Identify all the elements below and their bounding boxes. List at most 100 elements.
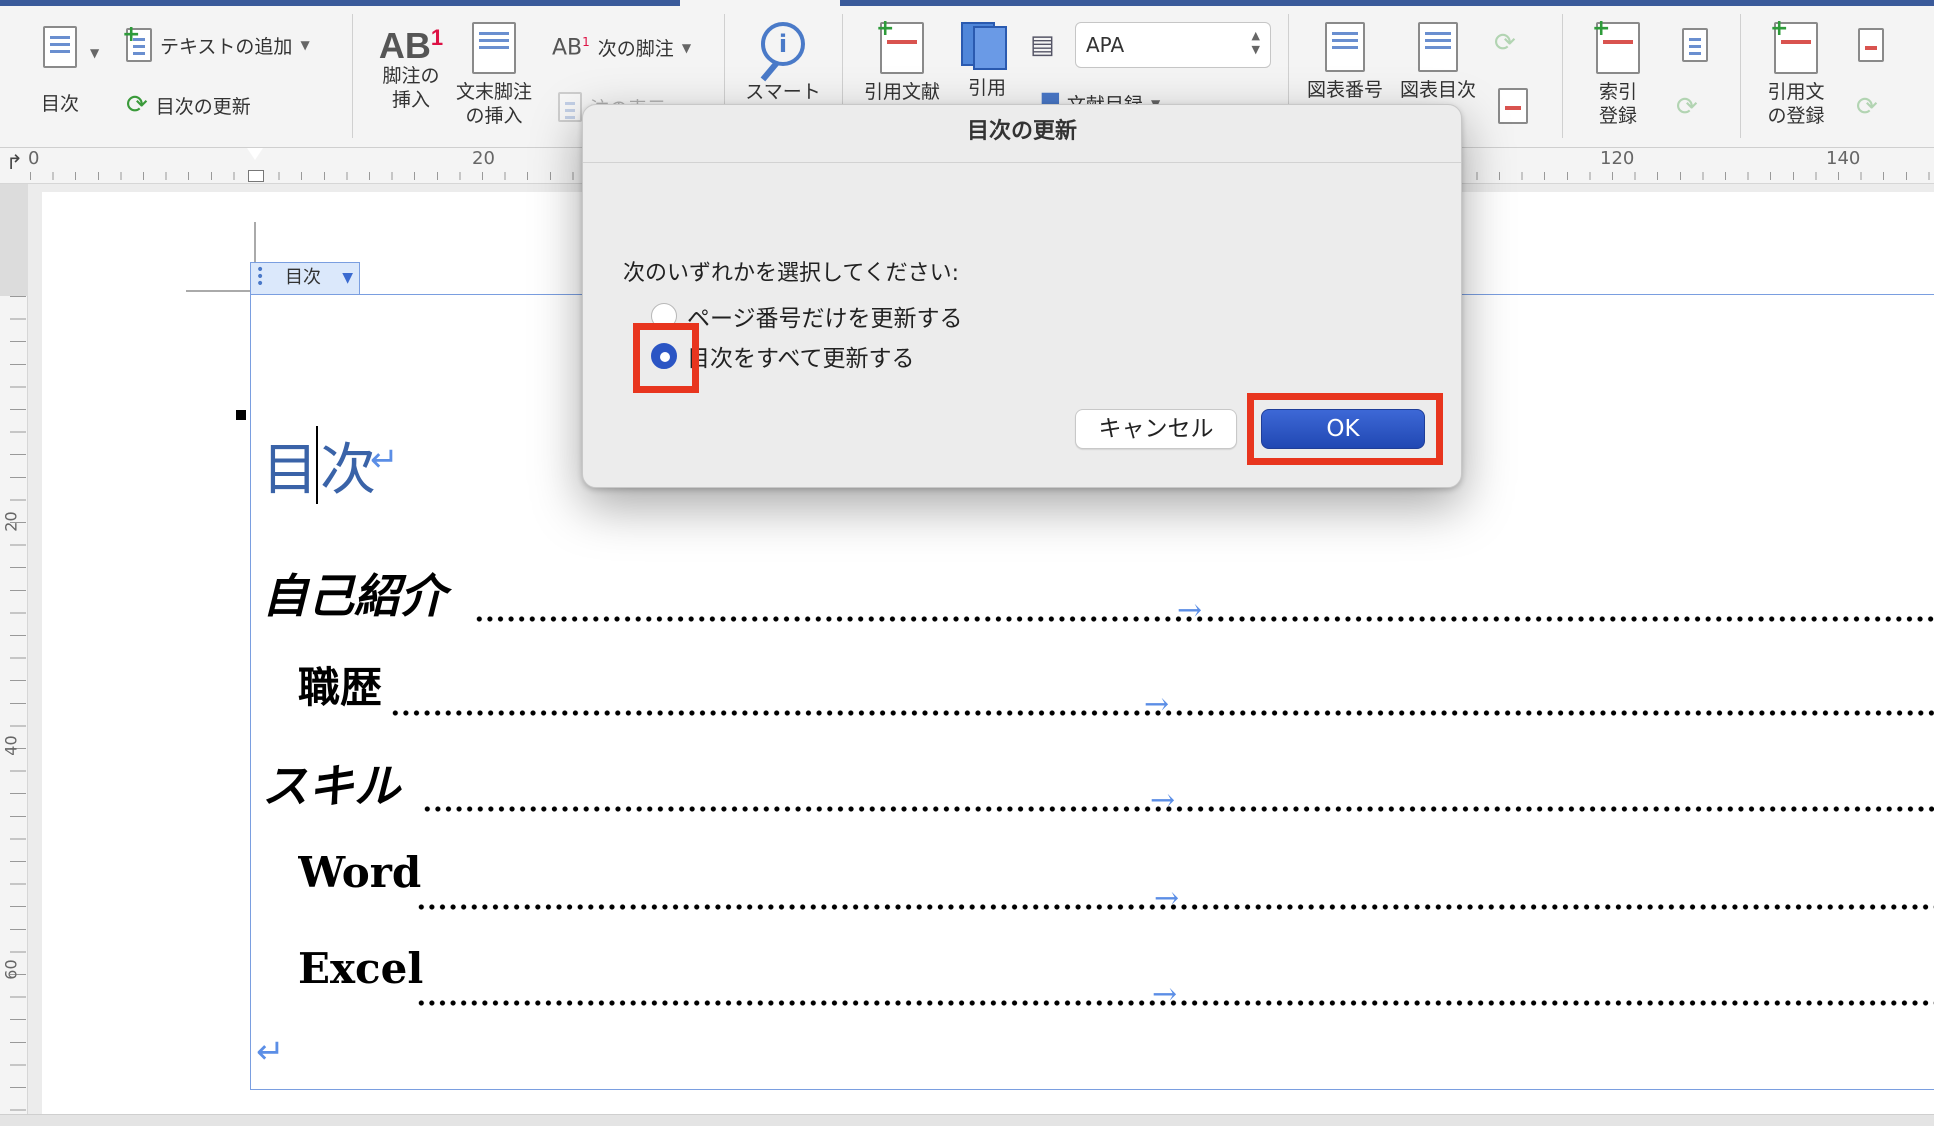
- vertical-ruler[interactable]: 20 40 60: [0, 184, 28, 1116]
- next-footnote-dropdown-icon: ▼: [681, 40, 692, 55]
- toc-title[interactable]: 目次: [262, 425, 378, 506]
- mark-citation-label-1: 引用文: [1767, 81, 1825, 103]
- toc-entry-text: 職歴: [298, 663, 383, 712]
- toc-entry[interactable]: Excel →: [298, 944, 1934, 1014]
- toc-dropdown-icon[interactable]: ▼: [90, 46, 99, 60]
- highlight-box: [633, 323, 699, 393]
- sync-icon: ⟳: [126, 90, 148, 120]
- insert-caption-button[interactable]: 図表番号: [1300, 22, 1390, 102]
- indent-marker[interactable]: [246, 148, 264, 188]
- tab-arrow-icon: →: [1144, 687, 1170, 722]
- update-toc-dialog: 目次の更新 次のいずれかを選択してください: ページ番号だけを更新する 目次をす…: [582, 104, 1462, 488]
- toc-button[interactable]: [28, 26, 92, 74]
- add-text-icon: +: [122, 24, 152, 62]
- toc-entry[interactable]: 自己紹介 →: [262, 560, 1934, 630]
- insert-endnote-button[interactable]: 文末脚注 の挿入: [450, 22, 538, 128]
- bibliography-style-icon: ▤: [1030, 30, 1055, 60]
- vertical-ruler-label: 40: [1, 735, 21, 756]
- tab-arrow-icon: →: [1154, 881, 1180, 916]
- books-icon: [961, 22, 1013, 70]
- toc-tab-label: 目次: [285, 267, 321, 288]
- next-footnote-icon: AB1: [552, 34, 590, 61]
- show-notes-icon: [558, 92, 582, 122]
- table-of-figures-button[interactable]: 図表目次: [1392, 22, 1484, 102]
- ribbon-separator: [1562, 14, 1563, 138]
- status-bar: [0, 1114, 1934, 1126]
- add-text-dropdown-icon: ▼: [300, 38, 310, 52]
- vertical-ruler-label: 60: [1, 959, 21, 980]
- endnote-icon: [472, 22, 516, 74]
- ruler-label: 20: [472, 148, 495, 169]
- update-index-icon[interactable]: ⟳: [1676, 92, 1698, 122]
- insert-index-icon[interactable]: [1682, 28, 1708, 62]
- insert-endnote-label-2: の挿入: [465, 105, 523, 127]
- ribbon-accent-bar: [0, 0, 1934, 6]
- footnote-icon: AB1: [378, 25, 444, 66]
- tab-arrow-icon: →: [1177, 593, 1203, 628]
- tab-arrow-icon: →: [1152, 977, 1178, 1012]
- citations-button[interactable]: 引用: [952, 22, 1022, 100]
- add-text-button[interactable]: + テキストの追加 ▼: [122, 24, 310, 62]
- drag-handle-icon[interactable]: • • •: [256, 263, 264, 291]
- vertical-ruler-margin: [0, 184, 28, 296]
- table-of-figures-label: 図表目次: [1399, 79, 1476, 101]
- ruler-label: 120: [1600, 148, 1635, 169]
- toc-leader-dots: [474, 616, 1934, 622]
- update-table-of-authorities-icon[interactable]: ⟳: [1856, 92, 1878, 122]
- toc-leader-dots: [422, 806, 1934, 812]
- ribbon-separator: [1740, 14, 1741, 138]
- toc-content-control-tab[interactable]: • • • 目次 ▼: [250, 262, 360, 294]
- toc-entry-text: 自己紹介: [262, 569, 446, 623]
- caption-icon: [1325, 22, 1365, 72]
- mark-citation-label-2: の登録: [1767, 105, 1825, 127]
- mark-entry-label-2: 登録: [1598, 105, 1637, 127]
- smart-lookup-icon: i: [761, 22, 805, 66]
- insert-footnote-button[interactable]: AB1 脚注の 挿入: [366, 26, 456, 112]
- tab-arrow-icon: →: [1150, 783, 1176, 818]
- text-cursor: [316, 426, 318, 504]
- dialog-prompt: 次のいずれかを選択してください:: [623, 261, 960, 286]
- smart-lookup-label: スマート: [745, 81, 821, 103]
- citation-style-select[interactable]: APA ▲ ▼: [1075, 22, 1271, 68]
- citations-label: 引用: [967, 77, 1006, 99]
- paragraph-return-icon: ↵: [370, 440, 399, 480]
- highlight-box: [1247, 393, 1443, 465]
- smart-lookup-button[interactable]: i スマート: [738, 22, 828, 104]
- next-footnote-button[interactable]: AB1 次の脚注 ▼: [552, 34, 691, 61]
- toc-entry-text: スキル: [262, 759, 400, 813]
- mark-citation-button[interactable]: + 引用文 の登録: [1752, 18, 1840, 128]
- mark-entry-button[interactable]: + 索引 登録: [1574, 18, 1662, 128]
- toc-entry-text: Word: [298, 848, 422, 897]
- radio-label: ページ番号だけを更新する: [687, 306, 963, 332]
- paragraph-mark: [236, 410, 246, 420]
- cross-reference-icon[interactable]: [1498, 88, 1528, 124]
- toc-entry[interactable]: スキル →: [262, 750, 1934, 820]
- insert-table-of-authorities-icon[interactable]: [1858, 28, 1884, 62]
- update-toc-label: 目次の更新: [155, 95, 251, 118]
- ribbon-separator: [352, 14, 353, 138]
- toc-label: 目次: [40, 93, 79, 115]
- mark-entry-icon: +: [1592, 18, 1640, 74]
- cancel-button[interactable]: キャンセル: [1075, 409, 1237, 449]
- paragraph-return-icon: ↵: [256, 1032, 285, 1072]
- insert-footnote-label-1: 脚注の: [382, 65, 440, 87]
- table-of-figures-icon: [1418, 22, 1458, 72]
- toc-entry-text: Excel: [298, 944, 424, 993]
- insert-caption-label: 図表番号: [1306, 79, 1383, 101]
- tab-selector-icon[interactable]: ↱: [6, 150, 23, 174]
- next-footnote-label: 次の脚注: [597, 38, 674, 60]
- toc-tab-dropdown-icon[interactable]: ▼: [342, 263, 353, 293]
- ruler-label: 140: [1826, 148, 1861, 169]
- update-figures-icon[interactable]: ⟳: [1494, 28, 1516, 58]
- insert-citation-button[interactable]: + 引用文献: [852, 18, 952, 104]
- insert-citation-label: 引用文献: [863, 81, 940, 103]
- update-toc-button[interactable]: ⟳ 目次の更新: [126, 90, 251, 120]
- toc-entry[interactable]: 職歴 →: [298, 654, 1934, 724]
- radio-label: 目次をすべて更新する: [687, 346, 915, 372]
- insert-endnote-label-1: 文末脚注: [455, 81, 532, 103]
- vertical-ruler-label: 20: [1, 511, 21, 532]
- select-arrows-icon: ▲ ▼: [1251, 29, 1260, 56]
- toc-entry[interactable]: Word →: [298, 848, 1934, 918]
- citation-style-value: APA: [1086, 33, 1125, 57]
- insert-footnote-label-2: 挿入: [391, 89, 430, 111]
